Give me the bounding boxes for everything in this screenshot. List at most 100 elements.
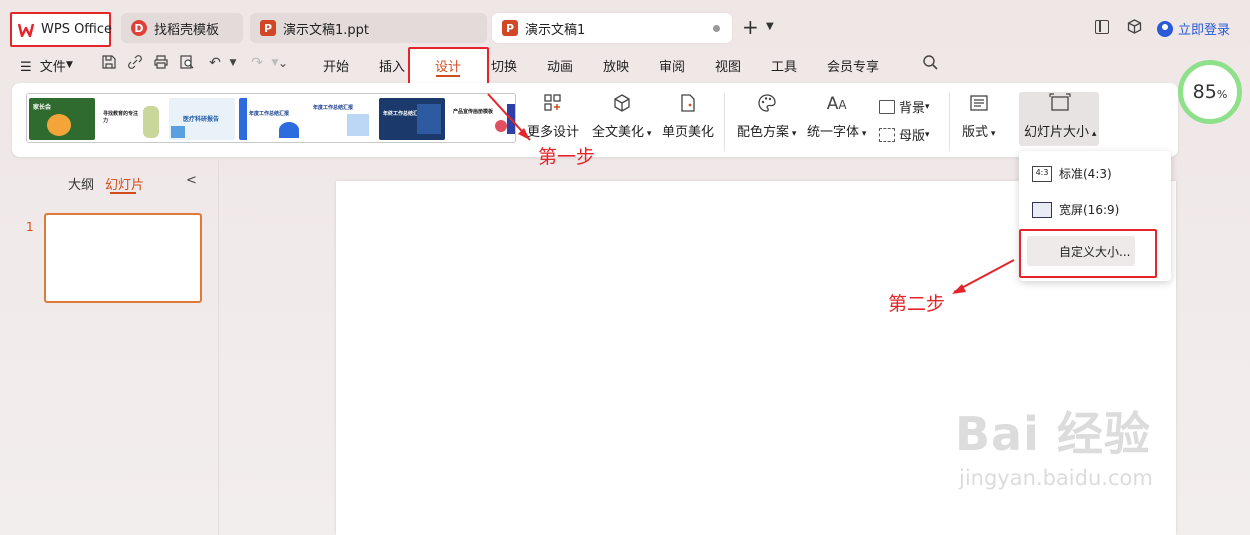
template-thumb[interactable]: 年度工作总结汇报 <box>239 98 305 140</box>
menu-file[interactable]: ☰ 文件 <box>20 56 66 75</box>
cartoon-illustration-icon <box>47 114 71 136</box>
building-illustration-icon <box>417 104 441 134</box>
template-thumb[interactable]: 家长会 <box>29 98 95 140</box>
collapse-chevron-left-icon[interactable]: < <box>186 173 197 188</box>
tab-label: WPS Office <box>41 22 113 37</box>
login-label: 立即登录 <box>1178 23 1231 38</box>
chevron-down-icon: ▾ <box>925 101 930 112</box>
menu-item-standard[interactable]: 4:3 标准(4:3) <box>1032 165 1112 182</box>
accent-bar <box>239 98 247 140</box>
print-preview-icon[interactable] <box>178 54 196 72</box>
zoom-value: 85 <box>1192 81 1217 103</box>
color-scheme-button[interactable]: 配色方案 ▾ <box>737 93 796 140</box>
window-layout-icon[interactable] <box>1095 20 1109 34</box>
master-label: 母版 <box>899 129 926 144</box>
slide-number: 1 <box>26 220 34 234</box>
tab-templates[interactable]: D 找稻壳模板 <box>121 13 243 43</box>
template-thumb[interactable]: 寻找教育的专注力 <box>99 98 165 140</box>
tab-view[interactable]: 视图 <box>715 56 741 75</box>
unify-font-label: 统一字体 <box>807 125 860 140</box>
save-icon[interactable] <box>100 54 118 72</box>
ribbon-separator <box>724 93 725 151</box>
template-title: 家长会 <box>33 104 52 111</box>
tab-label: 演示文稿1.ppt <box>283 22 370 38</box>
watermark-url: jingyan.baidu.com <box>959 466 1153 490</box>
custom-size-highlight-box <box>1019 229 1157 278</box>
tab-wps-office[interactable]: WPS Office <box>10 12 113 47</box>
chevron-down-icon[interactable]: ▼ <box>766 21 774 32</box>
more-chevron-icon[interactable]: ⌄ <box>274 54 292 72</box>
color-scheme-label: 配色方案 <box>737 125 790 140</box>
step2-arrow <box>952 259 1015 294</box>
redo-icon[interactable]: ↷ <box>248 54 266 72</box>
ratio-4-3-icon: 4:3 <box>1032 165 1052 182</box>
new-tab-plus-icon[interactable]: + <box>742 17 759 37</box>
slide-size-button[interactable]: 幻灯片大小 ▴ <box>1024 93 1096 140</box>
slide-thumbnail[interactable] <box>44 213 202 303</box>
template-thumb[interactable]: 年度工作总结汇报 <box>309 98 375 140</box>
slide-size-label: 幻灯片大小 <box>1024 125 1090 140</box>
layout-button[interactable]: 版式 ▾ <box>962 93 995 140</box>
link-icon[interactable] <box>126 54 144 72</box>
chevron-down-icon[interactable]: ▼ <box>66 60 73 70</box>
slide-size-icon <box>1049 93 1071 115</box>
ppt-file-icon: P <box>260 20 276 36</box>
tab-insert[interactable]: 插入 <box>379 56 405 75</box>
template-thumb[interactable]: 医疗科研报告 <box>169 98 235 140</box>
template-title: 年度工作总结汇报 <box>313 105 354 111</box>
menu-item-label: 宽屏(16:9) <box>1059 203 1120 217</box>
chevron-down-icon: ▾ <box>859 129 867 139</box>
tab-tools[interactable]: 工具 <box>771 56 797 75</box>
unify-font-button[interactable]: AA 统一字体 ▾ <box>807 93 866 140</box>
step2-annotation: 第二步 <box>888 293 946 315</box>
search-icon[interactable] <box>921 54 939 72</box>
template-thumb[interactable]: 年终工作总结汇报 <box>379 98 445 140</box>
tab-presentation-ppt[interactable]: P 演示文稿1.ppt <box>250 13 487 43</box>
menu-item-widescreen[interactable]: 宽屏(16:9) <box>1032 201 1119 218</box>
page-sparkle-icon <box>677 93 699 115</box>
background-label: 背景 <box>899 101 926 116</box>
tab-presentation-active[interactable]: P 演示文稿1 <box>492 13 732 43</box>
chevron-down-icon: ▾ <box>789 129 797 139</box>
tab-review[interactable]: 审阅 <box>659 56 685 75</box>
full-beautify-button[interactable]: 全文美化 ▾ <box>592 93 651 140</box>
layout-icon <box>968 93 990 115</box>
watermark-logo-text: Bai 经验 <box>955 407 1151 461</box>
active-tab-underline <box>436 75 460 77</box>
print-icon[interactable] <box>152 54 170 72</box>
background-button[interactable]: 背景 ▾ <box>879 97 930 116</box>
page-beautify-button[interactable]: 单页美化 <box>662 93 714 140</box>
chevron-down-icon[interactable]: ▼ <box>224 54 242 72</box>
login-button[interactable]: 立即登录 <box>1157 19 1230 38</box>
ratio-16-9-icon <box>1032 201 1052 218</box>
tab-label: 找稻壳模板 <box>154 22 220 38</box>
tab-design[interactable]: 设计 <box>435 56 461 75</box>
wps-logo-icon <box>18 22 34 38</box>
master-slide-icon <box>879 127 895 142</box>
ribbon-separator <box>949 93 950 151</box>
hamburger-icon: ☰ <box>20 60 32 75</box>
figure-illustration-icon <box>143 106 159 138</box>
cube-icon[interactable] <box>1127 19 1142 38</box>
step1-arrow <box>487 93 531 141</box>
docer-logo-icon: D <box>131 20 147 36</box>
user-avatar-icon <box>1157 20 1173 37</box>
shape-decoration <box>279 122 299 138</box>
tab-slides[interactable]: 幻灯片 <box>105 174 144 193</box>
zoom-badge[interactable]: 85 % <box>1178 60 1242 124</box>
tab-transitions[interactable]: 切换 <box>491 56 517 75</box>
master-button[interactable]: 母版 ▾ <box>879 125 930 144</box>
chevron-down-icon: ▾ <box>925 129 930 140</box>
unsaved-dot-icon[interactable] <box>713 25 720 32</box>
tab-member[interactable]: 会员专享 <box>827 56 879 75</box>
tab-slideshow[interactable]: 放映 <box>603 56 629 75</box>
full-beautify-label: 全文美化 <box>592 125 645 140</box>
tab-animations[interactable]: 动画 <box>547 56 573 75</box>
menu-file-label: 文件 <box>39 60 66 75</box>
baidu-watermark: Bai 经验 jingyan.baidu.com <box>955 398 1153 490</box>
chart-illustration-icon <box>347 114 369 136</box>
tab-outline[interactable]: 大纲 <box>68 174 94 193</box>
undo-icon[interactable]: ↶ <box>206 54 224 72</box>
tab-home[interactable]: 开始 <box>323 56 349 75</box>
background-image-icon <box>879 99 895 114</box>
